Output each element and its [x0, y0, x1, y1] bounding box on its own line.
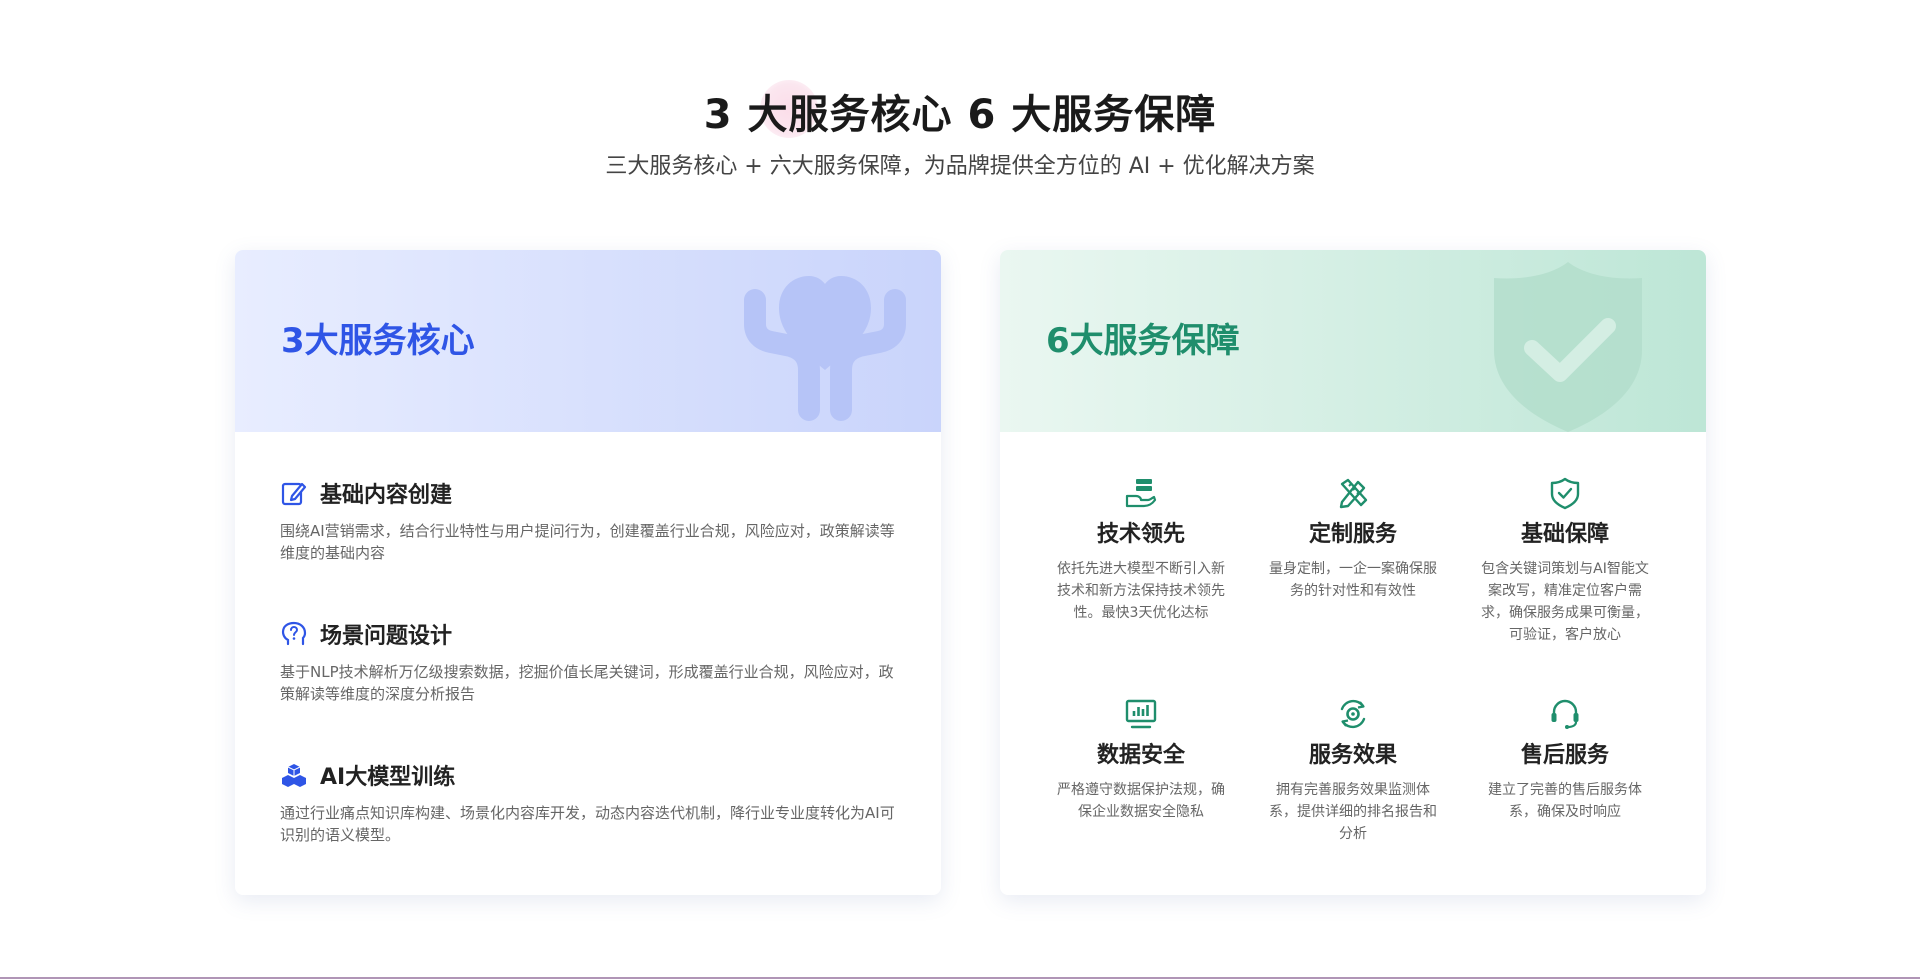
guarantee-item-service-effect: 服务效果 拥有完善服务效果监测体系，提供详细的排名报告和分析: [1258, 697, 1448, 845]
core-card-header: 3大服务核心: [235, 250, 941, 432]
guarantee-item-desc: 严格遵守数据保护法规，确保企业数据安全隐私: [1057, 782, 1225, 820]
guarantee-item-custom-service: 定制服务 量身定制，一企一案确保服务的针对性和有效性: [1258, 476, 1448, 602]
gear-cycle-icon: [1340, 699, 1366, 729]
page-subtitle: 三大服务核心 + 六大服务保障，为品牌提供全方位的 AI + 优化解决方案: [605, 154, 1315, 179]
core-item-desc: 基于NLP技术解析万亿级搜索数据，挖掘价值长尾关键词，形成覆盖行业合规，风险应对…: [280, 663, 894, 703]
guarantee-item-label: 基础保障: [1520, 522, 1609, 547]
core-item-desc: 通过行业痛点知识库构建、场景化内容库开发，动态内容迭代机制，降行业专业度转化为A…: [280, 804, 895, 844]
core-item-content-creation: 基础内容创建 围绕AI营销需求，结合行业特性与用户提问行为，创建覆盖行业合规，风…: [280, 476, 900, 564]
guarantee-item-desc: 建立了完善的售后服务体系，确保及时响应: [1488, 782, 1642, 820]
core-item-desc: 围绕AI营销需求，结合行业特性与用户提问行为，创建覆盖行业合规，风险应对，政策解…: [280, 522, 895, 562]
section-header: 3 大服务核心 6 大服务保障: [0, 88, 1920, 142]
guarantee-services-card: 6大服务保障 技术领先 依托先进大模型不断引入新技术和新方法保持技术领先性。最快…: [1000, 250, 1706, 895]
guarantee-item-desc: 包含关键词策划与AI智能文案改写，精准定位客户需求，确保服务成果可衡量，可验证，…: [1481, 561, 1649, 643]
core-item-label: AI大模型训练: [320, 765, 456, 790]
core-services-card: 3大服务核心 基础内容创建 围绕AI营销需求，结合行业特性与用户提问行为，创建覆…: [235, 250, 941, 895]
monitor-chart-icon: [1125, 699, 1157, 729]
pencil-ruler-icon: [1339, 478, 1368, 509]
guarantee-item-label: 服务效果: [1308, 743, 1397, 768]
guarantee-item-tech-leading: 技术领先 依托先进大模型不断引入新技术和新方法保持技术领先性。最快3天优化达标: [1046, 476, 1236, 624]
guarantee-item-label: 定制服务: [1308, 522, 1397, 547]
guarantee-item-label: 售后服务: [1520, 743, 1609, 768]
guarantee-item-label: 技术领先: [1096, 522, 1185, 547]
guarantee-item-label: 数据安全: [1096, 743, 1185, 768]
core-item-ai-model-training: AI大模型训练 通过行业痛点知识库构建、场景化内容库开发，动态内容迭代机制，降行…: [280, 758, 900, 846]
heart-hands-icon: [744, 276, 906, 421]
guarantee-item-after-sales: 售后服务 建立了完善的售后服务体系，确保及时响应: [1470, 697, 1660, 823]
core-card-title: 3大服务核心: [281, 321, 475, 361]
guarantee-card-title: 6大服务保障: [1046, 321, 1240, 361]
core-item-scenario-design: 场景问题设计 基于NLP技术解析万亿级搜索数据，挖掘价值长尾关键词，形成覆盖行业…: [280, 617, 900, 705]
question-head-icon: [280, 620, 308, 648]
guarantee-item-desc: 量身定制，一企一案确保服务的针对性和有效性: [1269, 561, 1437, 599]
edit-icon: [280, 479, 308, 507]
cubes-icon: [280, 761, 308, 789]
guarantee-card-header: 6大服务保障: [1000, 250, 1706, 432]
shield-check-small-icon: [1550, 477, 1580, 510]
page-title: 3 大服务核心 6 大服务保障: [703, 92, 1217, 138]
guarantee-item-desc: 依托先进大模型不断引入新技术和新方法保持技术领先性。最快3天优化达标: [1057, 561, 1225, 621]
core-item-label: 基础内容创建: [320, 483, 453, 508]
headset-icon: [1551, 699, 1579, 729]
shield-check-icon: [1494, 262, 1642, 432]
guarantee-item-basic-guarantee: 基础保障 包含关键词策划与AI智能文案改写，精准定位客户需求，确保服务成果可衡量…: [1470, 476, 1660, 646]
guarantee-item-data-security: 数据安全 严格遵守数据保护法规，确保企业数据安全隐私: [1046, 697, 1236, 823]
guarantee-item-desc: 拥有完善服务效果监测体系，提供详细的排名报告和分析: [1269, 782, 1437, 842]
server-hand-icon: [1125, 479, 1157, 508]
core-item-label: 场景问题设计: [320, 624, 453, 649]
